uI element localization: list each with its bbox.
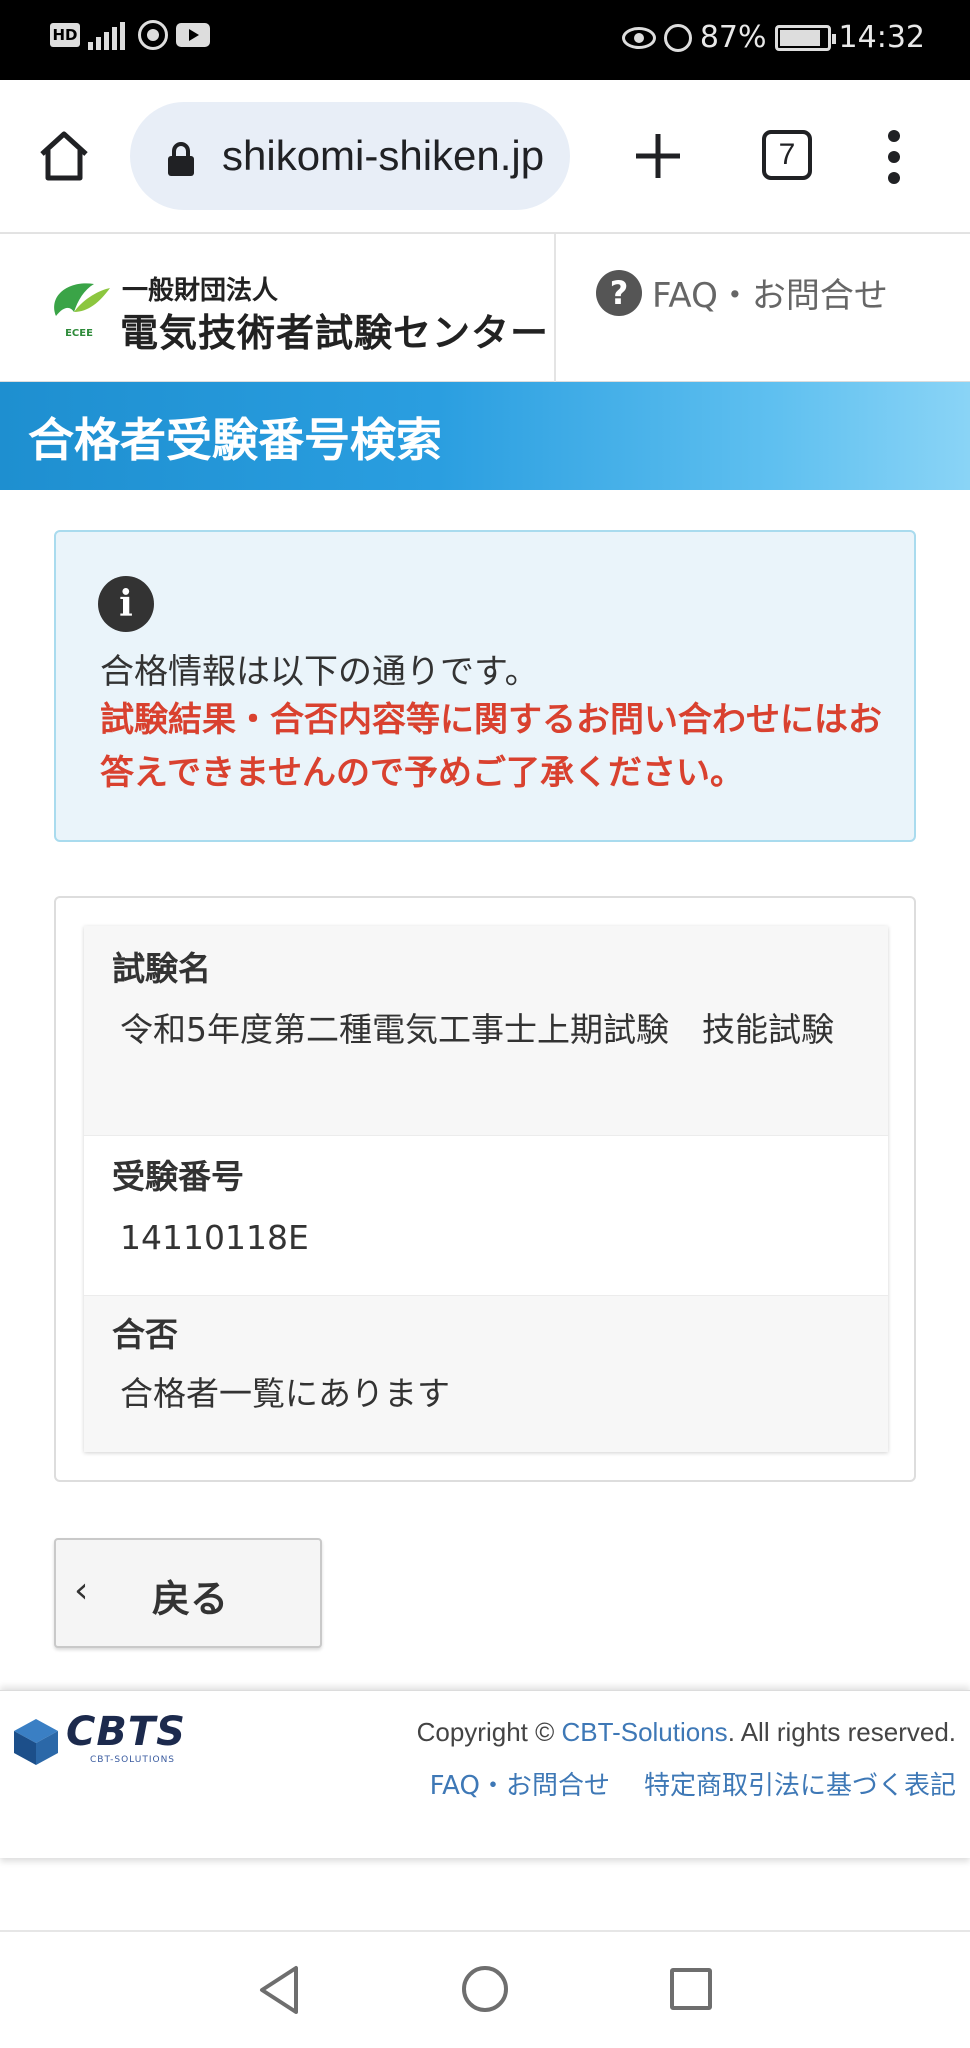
nav-back-icon[interactable] (256, 1964, 304, 2016)
copyright-prefix: Copyright © (416, 1717, 562, 1747)
result-row-exam-number: 受験番号 14110118E (84, 1136, 888, 1296)
cbt-solutions-link[interactable]: CBT-Solutions (562, 1717, 728, 1747)
battery-icon (774, 24, 836, 51)
sync-icon (138, 20, 168, 50)
battery-percent: 87% (699, 20, 767, 55)
signal-icon (88, 20, 130, 50)
tabs-icon[interactable]: 7 (762, 130, 812, 180)
exam-name-value: 令和5年度第二種電気工事士上期試験 技能試験 (120, 1010, 834, 1049)
home-icon[interactable] (36, 128, 92, 184)
notice-text: 合格情報は以下の通りです。 (100, 652, 539, 692)
url-text: shikomi-shiken.jp (222, 132, 545, 179)
question-icon: ? (596, 269, 642, 316)
page-title: 合格者受験番号検索 (28, 413, 442, 467)
page-title-banner: 合格者受験番号検索 (0, 382, 970, 490)
eye-comfort-icon (621, 26, 656, 49)
status-right-icons: 87% 14:32 (621, 20, 925, 55)
status-left-icons: HD (50, 20, 210, 50)
info-icon: i (98, 576, 154, 632)
cbts-logo-subtext: CBT-SOLUTIONS (90, 1755, 176, 1765)
lock-icon (168, 142, 194, 176)
faq-label: FAQ・お問合せ (652, 276, 888, 316)
info-notice: i 合格情報は以下の通りです。 試験結果・合否内容等に関するお問い合わせにはお答… (54, 530, 916, 842)
cube-logo-icon (14, 1719, 58, 1765)
footer-faq-link[interactable]: FAQ・お問合せ (430, 1765, 610, 1802)
plus-icon[interactable] (630, 128, 686, 184)
notice-warning: 試験結果・合否内容等に関するお問い合わせにはお答えできませんので予めご了承くださ… (100, 700, 882, 793)
faq-contact-link[interactable]: ? FAQ・お問合せ (596, 268, 888, 317)
nav-home-icon[interactable] (462, 1966, 508, 2012)
cbts-logo[interactable]: CBTS CBT-SOLUTIONS (12, 1709, 212, 1773)
svg-text:ECEE: ECEE (65, 328, 93, 338)
exam-number-value: 14110118E (120, 1218, 309, 1257)
site-header: ECEE 一般財団法人 電気技術者試験センター ? FAQ・お問合せ (0, 234, 970, 382)
browser-toolbar: shikomi-shiken.jp 7 (0, 80, 970, 234)
footer: CBTS CBT-SOLUTIONS Copyright © CBT-Solut… (0, 1690, 970, 1858)
result-panel: 試験名 令和5年度第二種電気工事士上期試験 技能試験 受験番号 14110118… (54, 896, 916, 1482)
pass-fail-value: 合格者一覧にあります (120, 1374, 450, 1413)
back-button[interactable]: ‹ 戻る (54, 1538, 322, 1648)
menu-icon[interactable] (880, 130, 908, 184)
pass-fail-label: 合否 (112, 1315, 178, 1354)
address-bar[interactable]: shikomi-shiken.jp (130, 102, 570, 210)
chevron-left-icon: ‹ (74, 1570, 89, 1611)
footer-legal-link[interactable]: 特定商取引法に基づく表記 (644, 1765, 956, 1802)
result-row-pass-fail: 合否 合格者一覧にあります (84, 1296, 888, 1452)
youtube-icon (176, 23, 210, 47)
status-bar: HD 87% 14:32 (0, 0, 970, 80)
result-table: 試験名 令和5年度第二種電気工事士上期試験 技能試験 受験番号 14110118… (84, 926, 888, 1452)
clock: 14:32 (838, 20, 925, 55)
org-name[interactable]: 電気技術者試験センター (120, 302, 549, 357)
header-divider (554, 234, 556, 382)
copyright-suffix: . All rights reserved. (727, 1717, 956, 1747)
cbts-logo-text: CBTS (66, 1709, 186, 1755)
footer-links: FAQ・お問合せ 特定商取引法に基づく表記 (430, 1765, 956, 1802)
result-row-exam-name: 試験名 令和5年度第二種電気工事士上期試験 技能試験 (84, 926, 888, 1136)
hd-icon: HD (50, 23, 80, 47)
exam-number-label: 受験番号 (112, 1157, 244, 1196)
nav-recent-icon[interactable] (670, 1968, 712, 2010)
copyright: Copyright © CBT-Solutions. All rights re… (417, 1717, 956, 1748)
exam-name-label: 試験名 (112, 949, 211, 988)
nav-divider (0, 1930, 970, 1932)
back-button-label: 戻る (152, 1577, 229, 1621)
ecee-logo-icon[interactable]: ECEE (44, 276, 114, 338)
alarm-icon (663, 23, 692, 52)
